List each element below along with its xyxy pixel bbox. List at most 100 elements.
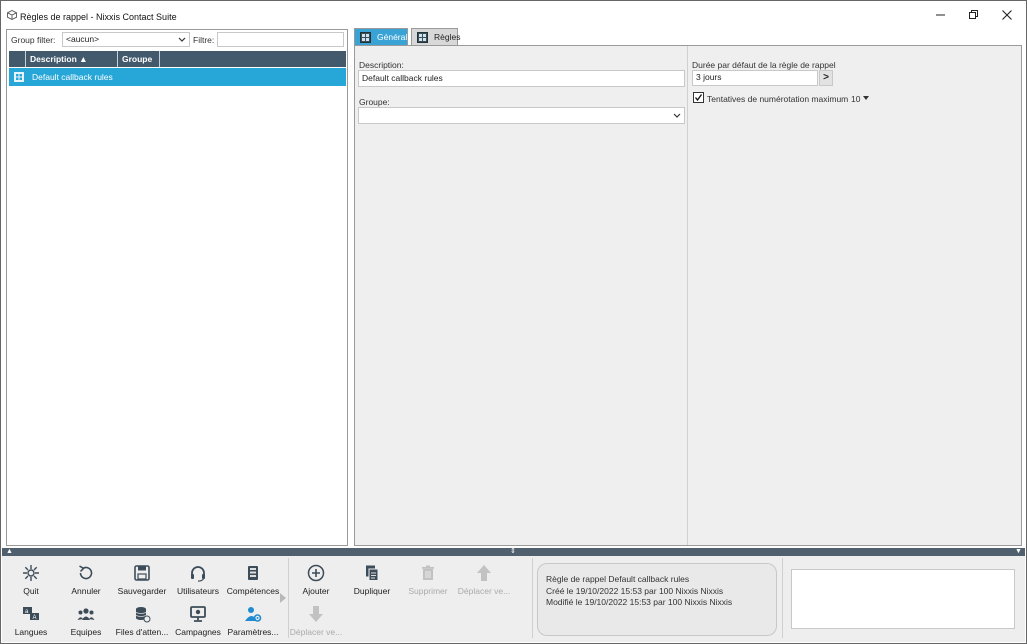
add-button[interactable]: Ajouter [288,564,344,596]
column-header-groupe[interactable]: Groupe [118,51,160,67]
general-icon [360,32,371,43]
duree-value: 3 jours [696,72,722,82]
move-up-button[interactable]: Déplacer ve... [456,564,512,596]
save-icon [134,565,150,581]
campaigns-icon [190,606,206,622]
undo-label: Annuler [71,586,101,596]
duree-picker-button[interactable]: > [819,70,833,86]
record-info-panel: Règle de rappel Default callback rules C… [537,563,777,636]
tab-general[interactable]: Général [354,28,408,46]
app-window: Règles de rappel - Nixxis Contact Suite … [0,0,1027,644]
add-label: Ajouter [302,586,330,596]
arrow-down-icon [309,606,323,622]
move-down-label: Déplacer ve... [289,627,343,637]
duree-input[interactable]: 3 jours [692,70,818,86]
group-filter-select[interactable]: <aucun> [62,32,190,47]
groupe-label: Groupe: [359,97,390,107]
quit-label: Quit [23,586,39,596]
chevron-down-icon [178,37,186,42]
description-input[interactable]: Default callback rules [358,70,685,87]
queues-button[interactable]: Files d'atten... [114,605,170,637]
table-row[interactable]: Default callback rules [9,68,346,86]
arrow-up-icon [477,565,491,581]
row-description: Default callback rules [32,72,113,82]
save-button[interactable]: Sauvegarder [114,564,170,596]
headset-icon [191,566,205,582]
settings-user-icon [245,607,262,622]
delete-label: Supprimer [408,586,448,596]
restore-button[interactable] [959,6,989,24]
app-logo-icon [7,10,17,20]
rules-icon [417,32,428,43]
group-filter-label: Group filter: [11,35,56,45]
bottom-toolbar: Quit Annuler Sauvegarder Utilisateurs Co… [2,556,1025,642]
teams-label: Equipes [70,627,102,637]
filter-label: Filtre: [193,35,215,45]
collapse-down-icon[interactable]: ▼ [1015,548,1022,556]
campaigns-label: Campagnes [175,627,221,637]
info-created: Créé le 19/10/2022 15:53 par 100 Nixxis … [546,585,724,596]
filter-input[interactable] [217,32,344,47]
undo-button[interactable]: Annuler [58,564,114,596]
close-button[interactable] [992,6,1022,24]
general-right-column: Durée par défaut de la règle de rappel 3… [689,46,1021,545]
groupe-select[interactable] [358,107,685,124]
languages-icon: aA [23,607,39,621]
duplicate-icon [366,565,379,581]
languages-button[interactable]: aA Langues [3,605,59,637]
delete-button[interactable]: Supprimer [400,564,456,596]
quit-button[interactable]: Quit [3,564,59,596]
general-left-column: Description: Default callback rules Grou… [355,46,688,545]
grid-header: Description ▲ Groupe [9,51,346,67]
description-value: Default callback rules [362,73,443,83]
close-icon [1002,10,1012,20]
duplicate-button[interactable]: Dupliquer [344,564,400,596]
chevron-right-icon[interactable] [280,593,286,603]
tentatives-label: Tentatives de numérotation maximum [707,94,849,104]
users-label: Utilisateurs [176,586,220,596]
filter-bar: Group filter: <aucun> Filtre: [7,30,347,50]
checkmark-icon [694,94,703,102]
teams-icon [77,608,95,620]
quit-icon [23,565,39,581]
caret-down-icon[interactable] [863,96,869,100]
resize-handle-icon[interactable]: ⇕ [510,548,516,556]
save-label: Sauvegarder [117,586,167,596]
skills-button[interactable]: Compétences [225,564,281,596]
column-header-description[interactable]: Description ▲ [26,51,118,67]
chevron-down-icon [673,113,681,118]
move-up-label: Déplacer ve... [457,586,511,596]
tab-regles-label: Règles [434,32,461,42]
skills-icon [248,566,258,580]
restore-icon [969,10,978,19]
general-panel: Description: Default callback rules Grou… [354,45,1022,546]
grid-header-spacer [9,51,26,67]
notes-box[interactable] [791,569,1015,629]
tentatives-value[interactable]: 10 [851,94,860,104]
window-title: Règles de rappel - Nixxis Contact Suite [20,12,177,22]
settings-label: Paramètres... [227,627,279,637]
trash-icon [422,565,434,580]
splitter-bar[interactable]: ▲ ⇕ ▼ [2,548,1025,556]
settings-button[interactable]: Paramètres... [225,605,281,637]
queues-label: Files d'atten... [115,627,169,637]
tab-regles[interactable]: Règles [411,28,461,46]
queues-icon [135,607,151,623]
svg-text:A: A [33,615,37,621]
title-bar: Règles de rappel - Nixxis Contact Suite [1,1,1026,28]
minimize-button[interactable] [926,6,956,24]
campaigns-button[interactable]: Campagnes [170,605,226,637]
info-modified: Modifié le 19/10/2022 15:53 par 100 Nixx… [546,597,733,607]
move-down-button[interactable]: Déplacer ve... [288,605,344,637]
minimize-icon [936,14,945,16]
add-icon [307,564,325,582]
teams-button[interactable]: Equipes [58,605,114,637]
undo-icon [79,565,93,580]
rule-icon [14,72,24,82]
skills-label: Compétences [226,586,280,596]
collapse-up-icon[interactable]: ▲ [6,548,13,556]
rules-list-pane: Group filter: <aucun> Filtre: Descriptio… [6,29,348,546]
users-button[interactable]: Utilisateurs [170,564,226,596]
group-filter-value: <aucun> [66,34,100,44]
tentatives-checkbox[interactable] [693,92,704,103]
